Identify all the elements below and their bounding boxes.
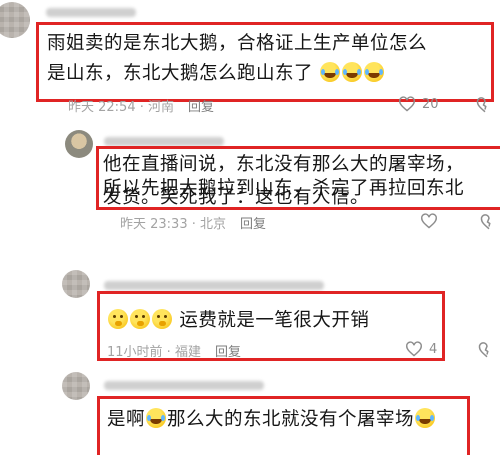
- shush-emoji-icon: [152, 309, 172, 329]
- laugh-emoji-icon: [415, 408, 436, 428]
- comment-text-line: 雨姐卖的是东北大鹅，合格证上生产单位怎么: [47, 33, 428, 54]
- comment-meta: 11小时前 · 福建 回复: [107, 341, 241, 360]
- dislike-button[interactable]: [478, 341, 496, 363]
- username-blurred[interactable]: [104, 137, 224, 146]
- laugh-emoji-icon: [364, 62, 385, 82]
- dislike-button[interactable]: [480, 213, 498, 235]
- reply-button[interactable]: 回复: [215, 345, 241, 360]
- comment-text-line: 他在直播间说，东北没有那么大的屠宰场，: [103, 154, 465, 175]
- avatar[interactable]: [62, 372, 90, 400]
- shush-emoji-icon: [130, 309, 150, 329]
- comment-text: 是啊 那么大的东北就没有个屠宰场: [107, 405, 436, 434]
- reply-button[interactable]: 回复: [188, 100, 214, 115]
- dislike-button[interactable]: [476, 96, 494, 118]
- comment-text-line: 是啊: [107, 409, 146, 430]
- comment-text: 是山东，东北大鹅怎么跑山东了: [47, 59, 385, 88]
- username-blurred[interactable]: [46, 8, 136, 17]
- comment-text: 雨姐卖的是东北大鹅，合格证上生产单位怎么: [47, 29, 427, 58]
- avatar[interactable]: [65, 130, 93, 158]
- comment-text-line: 运费就是一笔很大开销: [179, 310, 370, 331]
- username-blurred[interactable]: [104, 281, 324, 290]
- heart-outline-icon: [406, 341, 422, 357]
- laugh-emoji-icon: [146, 408, 167, 428]
- timestamp-location: 昨天 23:33 · 北京: [120, 217, 226, 232]
- like-button[interactable]: 4: [405, 341, 437, 357]
- heart-outline-icon: [421, 213, 437, 229]
- avatar[interactable]: [0, 2, 30, 38]
- heart-broken-outline-icon: [480, 214, 491, 230]
- username-blurred[interactable]: [104, 381, 264, 390]
- timestamp-location: 11小时前 · 福建: [107, 345, 201, 360]
- avatar[interactable]: [62, 270, 90, 298]
- like-button[interactable]: 20: [398, 96, 439, 112]
- shush-emoji-icon: [108, 309, 128, 329]
- like-button[interactable]: [420, 213, 438, 229]
- like-count: 4: [429, 341, 438, 357]
- comment-text: 发货。笑死我了：这也有人信。: [103, 181, 369, 210]
- comment-text-line: 发货。笑死我了：这也有人信。: [103, 187, 370, 208]
- like-count: 20: [422, 96, 439, 112]
- comment-meta: 昨天 23:33 · 北京 回复: [120, 213, 266, 232]
- reply-button[interactable]: 回复: [240, 217, 266, 232]
- comment-text-line: 是山东，东北大鹅怎么跑山东了: [47, 63, 314, 84]
- heart-broken-outline-icon: [478, 342, 489, 358]
- heart-broken-outline-icon: [476, 97, 487, 113]
- laugh-emoji-icon: [342, 62, 363, 82]
- heart-outline-icon: [399, 96, 415, 112]
- comment-text-line: 那么大的东北就没有个屠宰场: [167, 409, 415, 430]
- laugh-emoji-icon: [320, 62, 341, 82]
- comment-text: 运费就是一笔很大开销: [107, 306, 369, 335]
- comment-meta: 昨天 22:54 · 河南 回复: [68, 96, 214, 115]
- timestamp-location: 昨天 22:54 · 河南: [68, 100, 174, 115]
